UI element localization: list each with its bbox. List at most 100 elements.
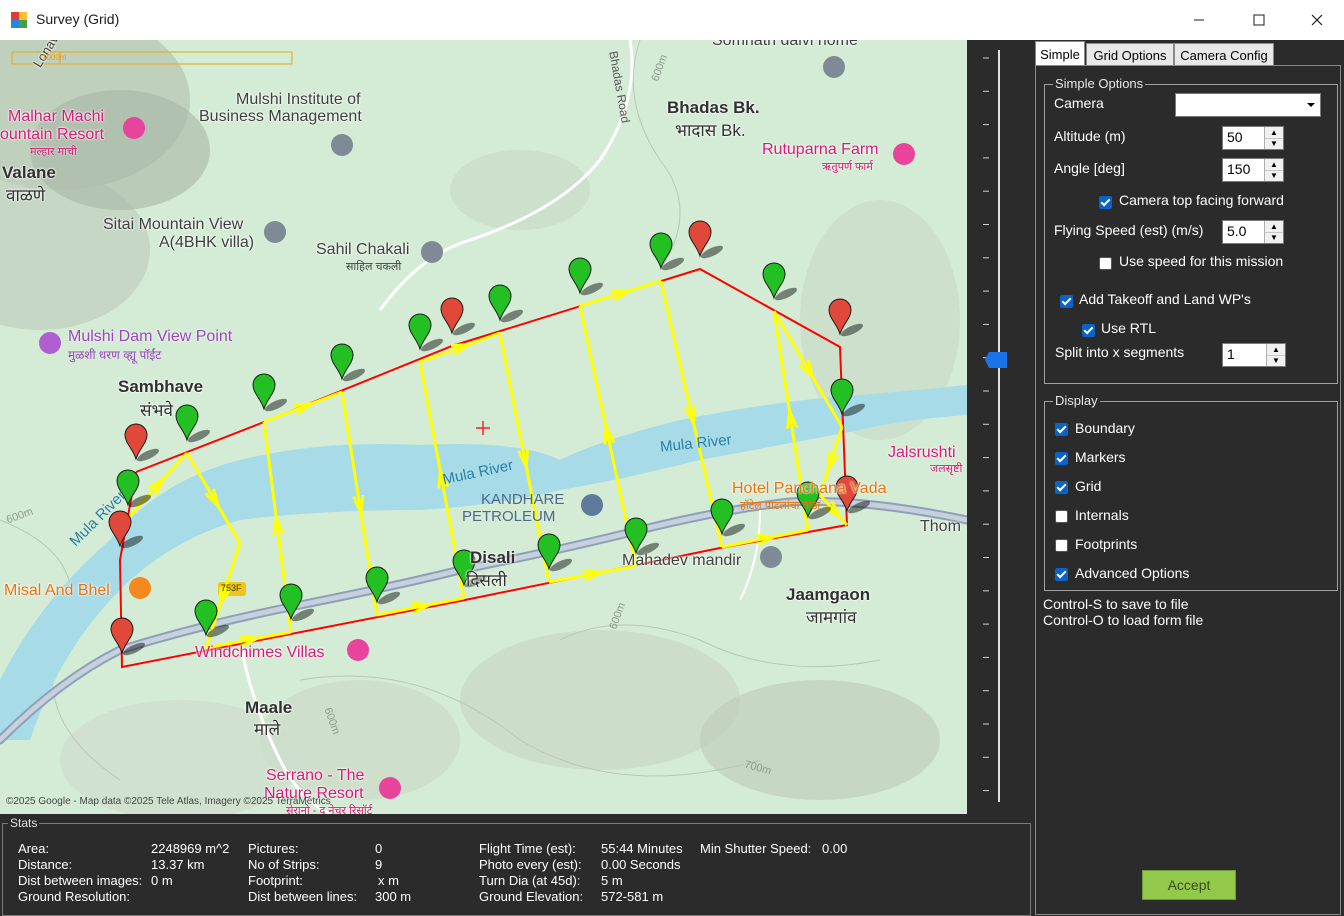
map-label: Maale xyxy=(245,698,293,717)
close-icon xyxy=(1311,14,1323,26)
map-label: Misal And Bhel xyxy=(4,582,110,599)
temple-pin-icon xyxy=(760,546,782,568)
map-label: Rutuparna Farm xyxy=(762,141,879,158)
load-hint: Control-O to load form file xyxy=(1043,612,1204,628)
markers-checkbox[interactable] xyxy=(1055,452,1068,465)
stat-label: Photo every (est): xyxy=(479,857,582,872)
close-button[interactable] xyxy=(1288,0,1344,40)
stat-value: 2248969 m^2 xyxy=(151,841,230,856)
zoom-handle[interactable] xyxy=(985,352,1007,368)
tab-content: Simple Options Camera Altitude (m) 50 ▲ ▼… xyxy=(1035,65,1341,915)
minimize-button[interactable] xyxy=(1170,0,1228,40)
map-label: PETROLEUM xyxy=(462,508,556,525)
angle-label: Angle [deg] xyxy=(1054,160,1125,176)
map-label: ountain Resort xyxy=(0,126,105,143)
stat-label: Area: xyxy=(18,841,50,856)
camera-top-checkbox[interactable] xyxy=(1099,196,1112,209)
internals-label: Internals xyxy=(1075,507,1129,523)
window-title: Survey (Grid) xyxy=(36,11,120,27)
stat-label: Pictures: xyxy=(248,841,299,856)
maximize-button[interactable] xyxy=(1230,0,1288,40)
flying-speed-value: 5.0 xyxy=(1227,223,1247,239)
map-view[interactable]: Lonavala 1000m Malhar Machi ountain Reso… xyxy=(0,40,967,814)
boundary-checkbox[interactable] xyxy=(1055,423,1068,436)
takeoff-land-checkbox[interactable] xyxy=(1060,295,1073,308)
map-label: हॉटेल पाटलांचा वाडा xyxy=(740,500,821,512)
footprints-label: Footprints xyxy=(1075,536,1138,552)
map-label: Windchimes Villas xyxy=(195,644,325,661)
stat-value: 55:44 Minutes xyxy=(601,841,683,856)
scale-label: 1000m xyxy=(42,53,67,62)
map-label: मल्हार माची xyxy=(30,146,77,158)
flying-speed-label: Flying Speed (est) (m/s) xyxy=(1054,222,1204,238)
place-pin-icon xyxy=(264,221,286,243)
accept-button[interactable]: Accept xyxy=(1142,870,1236,900)
place-pin-icon xyxy=(421,241,443,263)
stat-label: No of Strips: xyxy=(248,857,320,872)
stat-value: 572-581 m xyxy=(601,889,664,904)
internals-checkbox[interactable] xyxy=(1055,510,1068,523)
restaurant-pin-icon xyxy=(129,577,151,599)
grid-label: Grid xyxy=(1075,478,1102,494)
down-arrow-icon[interactable]: ▼ xyxy=(1267,355,1285,366)
map-label: Jaamgaon xyxy=(786,585,871,604)
map-label: जामगांव xyxy=(806,608,857,627)
map-label: दिसली xyxy=(466,571,507,590)
grid-checkbox[interactable] xyxy=(1055,481,1068,494)
resort-pin-icon xyxy=(123,117,145,139)
footprints-checkbox[interactable] xyxy=(1055,539,1068,552)
tab-simple[interactable]: Simple xyxy=(1035,41,1085,66)
markers-label: Markers xyxy=(1075,449,1126,465)
chevron-down-icon xyxy=(1307,103,1315,107)
use-speed-checkbox[interactable] xyxy=(1099,257,1112,270)
down-arrow-icon[interactable]: ▼ xyxy=(1265,170,1283,181)
stat-value: 0.00 xyxy=(822,841,848,856)
map-label: Somnath dalvi home xyxy=(712,40,858,49)
zoom-slider[interactable] xyxy=(967,40,1031,825)
stat-label: Flight Time (est): xyxy=(479,841,576,856)
tab-camera-config[interactable]: Camera Config xyxy=(1174,43,1274,67)
map-label: Mahadev mandir xyxy=(622,552,742,569)
use-rtl-checkbox[interactable] xyxy=(1082,324,1095,337)
map-label: Malhar Machi xyxy=(8,108,105,125)
use-rtl-label: Use RTL xyxy=(1101,320,1156,336)
title-bar: Survey (Grid) xyxy=(0,0,1344,41)
map-label: साहिल चकली xyxy=(346,261,402,273)
stat-label: Min Shutter Speed: xyxy=(700,841,812,856)
split-segments-value: 1 xyxy=(1227,346,1235,362)
map-label: भादास Bk. xyxy=(675,121,746,140)
altitude-stepper[interactable]: 50 ▲ ▼ xyxy=(1222,126,1284,150)
map-label: संभवे xyxy=(140,401,173,420)
stats-panel: Stats Area: 2248969 m^2 Distance: 13.37 … xyxy=(0,816,1031,916)
camera-select[interactable] xyxy=(1175,93,1321,117)
camera-top-label: Camera top facing forward xyxy=(1119,192,1284,208)
stat-label: Distance: xyxy=(18,857,73,872)
place-pin-icon xyxy=(331,134,353,156)
resort-pin-icon xyxy=(893,143,915,165)
zoom-strip[interactable] xyxy=(967,40,1031,825)
map-label: Sambhave xyxy=(118,377,204,396)
map-label: माले xyxy=(254,720,281,739)
angle-value: 150 xyxy=(1227,161,1251,177)
takeoff-land-label: Add Takeoff and Land WP's xyxy=(1079,291,1251,307)
advanced-options-checkbox[interactable] xyxy=(1055,568,1068,581)
split-segments-stepper[interactable]: 1 ▲ ▼ xyxy=(1222,343,1286,367)
map-label: Valane xyxy=(2,163,56,182)
display-group: Display Boundary Markers Grid Internals … xyxy=(1044,393,1338,591)
tab-grid-options[interactable]: Grid Options xyxy=(1086,43,1174,67)
map-label: Jalsrushti xyxy=(888,444,956,461)
down-arrow-icon[interactable]: ▼ xyxy=(1265,138,1283,149)
map-label: मुळशी धरण व्ह्यू पॉईंट xyxy=(68,348,162,362)
stat-value: 13.37 km xyxy=(151,857,205,872)
map-label: Disali xyxy=(470,548,516,567)
angle-stepper[interactable]: 150 ▲ ▼ xyxy=(1222,158,1284,182)
group-title: Display xyxy=(1053,393,1100,408)
map-label: Mulshi Institute of xyxy=(236,91,361,108)
stat-value: 0.00 Seconds xyxy=(601,857,681,872)
flying-speed-stepper[interactable]: 5.0 ▲ ▼ xyxy=(1222,220,1284,244)
down-arrow-icon[interactable]: ▼ xyxy=(1265,232,1283,243)
app-icon xyxy=(11,12,27,28)
stat-value: 300 m xyxy=(375,889,412,904)
altitude-label: Altitude (m) xyxy=(1054,128,1126,144)
altitude-value: 50 xyxy=(1227,129,1243,145)
